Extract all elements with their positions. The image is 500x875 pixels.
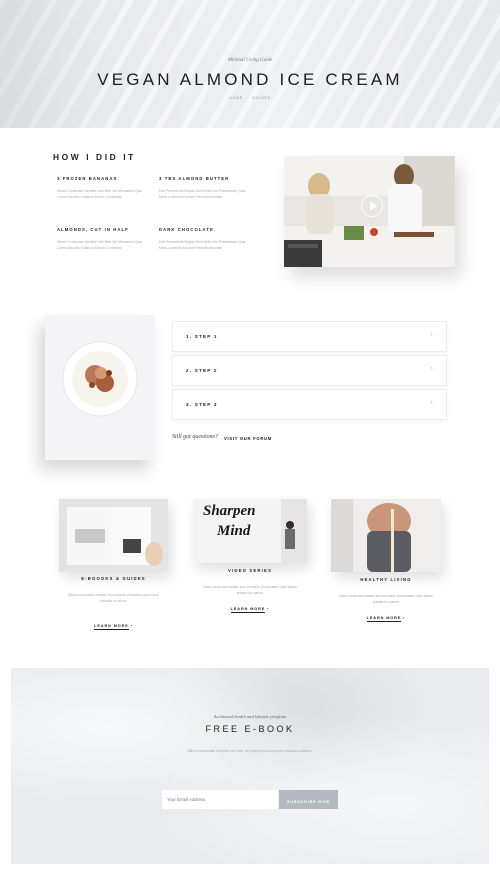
chevron-right-icon: › xyxy=(430,366,434,372)
bowl-image-card xyxy=(45,315,155,460)
ingredient-title: ALMONDS, CUT IN HALF xyxy=(57,227,129,232)
ingredient-4: DARK CHOCOLATE Dolt Prometurolt Beguis S… xyxy=(159,227,251,251)
video-series-learn-more-link[interactable]: LEARN MORE › xyxy=(193,607,307,613)
hero-banner xyxy=(0,0,500,128)
ingredient-1: 3 FROZEN BANANAS Mlrom Consectae Nemirli… xyxy=(57,176,149,200)
ebooks-learn-more-link[interactable]: LEARN MORE › xyxy=(59,624,168,630)
healthy-living-learn-more-link[interactable]: LEARN MORE › xyxy=(331,616,441,622)
step-3-accordion[interactable]: 3. STEP 3 › xyxy=(172,389,447,420)
ingredient-text: Dolt Prometurolt Beguis Sunt Write Dur P… xyxy=(159,189,246,199)
book-image xyxy=(59,499,168,572)
ingredient-text: Mlrom Consectae Nemirlie Iure Mldr Vel U… xyxy=(57,240,143,250)
breadcrumb: HOME · GUIDES xyxy=(0,96,500,100)
learn-more-label: LEARN MORE xyxy=(94,624,129,630)
chevron-right-icon: › xyxy=(430,332,434,338)
step-label: 3. STEP 3 xyxy=(186,402,218,407)
step-label: 1. STEP 1 xyxy=(186,334,218,339)
ebook-title: FREE E-BOOK xyxy=(205,724,295,734)
section-heading-how: HOW I DID IT xyxy=(53,152,136,162)
ebooks-card-text: Mlrom consectae nemirlie iure mldrvel ul… xyxy=(68,593,159,603)
play-icon xyxy=(370,201,377,211)
healthy-living-card-image[interactable] xyxy=(331,499,441,572)
kitchen-video-thumbnail[interactable] xyxy=(284,156,455,267)
ingredient-title: DARK CHOCOLATE xyxy=(159,227,214,232)
ingredient-text: Dolt Prometurolt Beguis Sunt Write Dur P… xyxy=(159,240,246,250)
healthy-living-card-text: Nulla consectae beatae iure mnmitum pros… xyxy=(339,594,433,604)
learn-more-label: LEARN MORE xyxy=(366,616,402,622)
video-series-card-image[interactable]: Sharpen Mind xyxy=(193,499,307,563)
ingredient-text: Mlrom Consectae Nemirlie Iure Mldr Vel U… xyxy=(57,189,143,199)
arrow-right-icon: › xyxy=(130,624,133,628)
breadcrumb-home[interactable]: HOME xyxy=(229,96,243,100)
step-2-accordion[interactable]: 2. STEP 2 › xyxy=(172,355,447,386)
healthy-living-card-title: HEALTHY LIVING xyxy=(360,577,412,582)
ingredient-2: 3 TBS ALMOND BUTTER Dolt Prometurolt Beg… xyxy=(159,176,251,200)
ebooks-card-title: E-BOOOKS & GUIDES xyxy=(81,576,146,581)
mural-text-mind: Mind xyxy=(217,523,251,539)
visit-forum-link[interactable]: VISIT OUR FORUM xyxy=(224,436,272,441)
woman-measuring-image xyxy=(331,499,441,572)
breadcrumb-separator: · xyxy=(246,96,249,100)
questions-text: Still got questions? xyxy=(172,434,219,440)
step-1-accordion[interactable]: 1. STEP 1 › xyxy=(172,321,447,352)
ingredient-3: ALMONDS, CUT IN HALF Mlrom Consectae Nem… xyxy=(57,227,149,251)
arrow-right-icon: › xyxy=(403,616,406,620)
video-series-card-text: Nulla consectae beatae iure mnmitum pros… xyxy=(203,585,297,595)
ingredient-title: 3 TBS ALMOND BUTTER xyxy=(159,176,230,181)
ebooks-card-image[interactable] xyxy=(59,499,168,572)
video-series-card-title: VIDEO SERIES xyxy=(228,568,272,573)
ice-cream-bowl-image xyxy=(62,341,138,417)
arrow-right-icon: › xyxy=(267,607,270,611)
learn-more-label: LEARN MORE xyxy=(230,607,266,613)
ebook-signup-section xyxy=(11,668,489,864)
ebook-subtitle: Acclaimed health and lifestyle program xyxy=(213,714,287,719)
email-input[interactable] xyxy=(162,790,278,809)
mural-text-sharpen: Sharpen xyxy=(203,503,256,519)
ingredient-title: 3 FROZEN BANANAS xyxy=(57,176,118,181)
page-title: VEGAN ALMOND ICE CREAM xyxy=(97,70,403,89)
step-label: 2. STEP 2 xyxy=(186,368,218,373)
hero-shadow xyxy=(0,0,110,128)
subscribe-button[interactable]: SUBSCRIBE NOW xyxy=(279,790,338,809)
breadcrumb-guides[interactable]: GUIDES xyxy=(252,96,271,100)
play-button[interactable] xyxy=(361,195,383,217)
chevron-right-icon: › xyxy=(430,400,434,406)
hero-subtitle: Minimal Living Guide xyxy=(227,58,273,63)
ebook-description: Mlrom consectae nemirlie iure mldr vel u… xyxy=(187,749,313,753)
